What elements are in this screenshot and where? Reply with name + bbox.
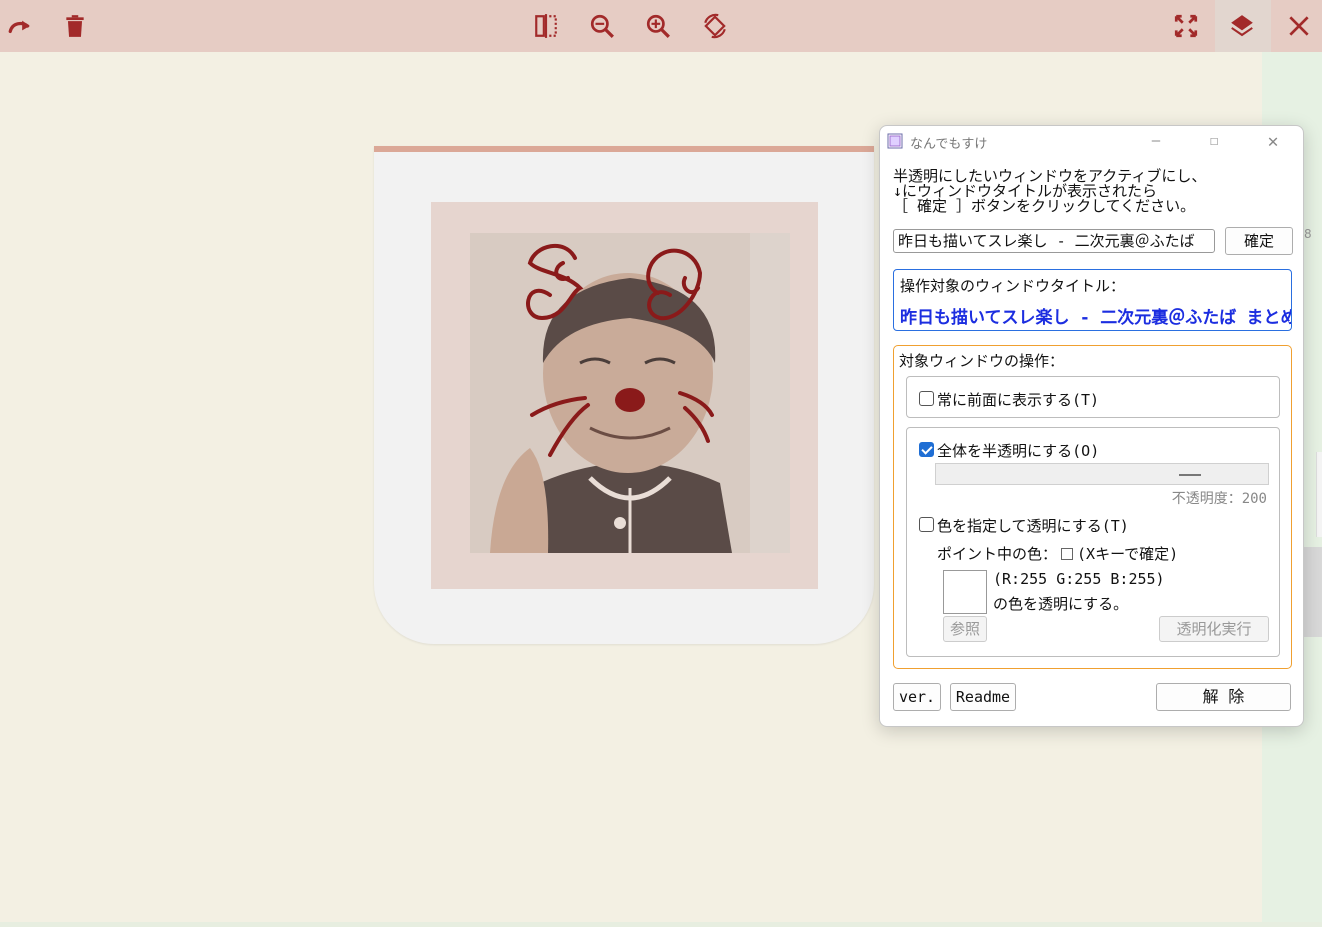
photo-frame xyxy=(431,202,818,589)
translucent-checkbox[interactable] xyxy=(919,442,934,457)
minimize-button[interactable]: — xyxy=(1134,126,1178,156)
browse-button[interactable]: 参照 xyxy=(943,616,987,642)
zoom-in-icon[interactable] xyxy=(638,6,678,46)
operations-label: 対象ウィンドウの操作： xyxy=(899,352,1065,370)
instructions-text: 半透明にしたいウィンドウをアクティブにし、 ↓にウィンドウタイトルが表示されたら… xyxy=(893,167,1207,215)
version-button[interactable]: ver. xyxy=(893,683,941,711)
target-window-label: 操作対象のウィンドウタイトル： xyxy=(900,277,1126,295)
selected-color-swatch xyxy=(943,570,987,614)
opacity-value-label: 不透明度：200 xyxy=(1171,491,1267,507)
translucent-label[interactable]: 全体を半透明にする(O) xyxy=(937,440,1099,461)
transparency-group: 全体を半透明にする(O) 不透明度：200 色を指定して透明にする(T) ポイン… xyxy=(906,427,1280,657)
zoom-out-icon[interactable] xyxy=(582,6,622,46)
viewer-toolbar xyxy=(0,0,1322,52)
point-color-hint: (Xキーで確定) xyxy=(1077,545,1179,563)
nanmosuke-dialog: なんでもすけ — ☐ ✕ 半透明にしたいウィンドウをアクティブにし、 ↓にウィン… xyxy=(879,125,1304,727)
color-key-label[interactable]: 色を指定して透明にする(T) xyxy=(937,515,1129,536)
fullscreen-icon[interactable] xyxy=(1166,6,1206,46)
redo-icon[interactable] xyxy=(0,6,40,46)
topmost-group: 常に前面に表示する(T) xyxy=(906,376,1280,418)
make-transparent-text: の色を透明にする。 xyxy=(993,595,1129,613)
opacity-slider[interactable] xyxy=(935,463,1269,485)
topmost-label[interactable]: 常に前面に表示する(T) xyxy=(937,389,1099,410)
point-color-row: ポイント中の色： (Xキーで確定) xyxy=(937,543,1178,564)
dialog-titlebar[interactable]: なんでもすけ — ☐ ✕ xyxy=(880,126,1303,156)
readme-button[interactable]: Readme xyxy=(950,683,1016,711)
card-accent-bar xyxy=(374,146,874,152)
dialog-close-button[interactable]: ✕ xyxy=(1251,126,1295,156)
window-title-input[interactable]: 昨日も描いてスレ楽し - 二次元裏＠ふたば xyxy=(893,229,1215,253)
trash-icon[interactable] xyxy=(55,6,95,46)
window-operations-group: 対象ウィンドウの操作： 常に前面に表示する(T) 全体を半透明にする(O) 不透… xyxy=(893,345,1292,669)
rotate-icon[interactable] xyxy=(695,6,735,46)
target-window-title: 昨日も描いてスレ楽し - 二次元裏＠ふたば まとめ xyxy=(900,308,1292,328)
close-icon[interactable] xyxy=(1279,6,1319,46)
app-icon xyxy=(887,133,903,149)
rgb-text: (R:255 G:255 B:255) xyxy=(993,570,1165,588)
release-button[interactable]: 解 除 xyxy=(1156,683,1291,711)
image-card xyxy=(374,146,874,644)
topmost-checkbox[interactable] xyxy=(919,391,934,406)
edited-photo[interactable] xyxy=(470,233,790,553)
target-window-box: 操作対象のウィンドウタイトル： 昨日も描いてスレ楽し - 二次元裏＠ふたば まと… xyxy=(893,269,1292,331)
confirm-button[interactable]: 確定 xyxy=(1225,227,1293,255)
point-color-swatch xyxy=(1061,548,1074,560)
color-key-checkbox[interactable] xyxy=(919,517,934,532)
dialog-title: なんでもすけ xyxy=(910,137,988,152)
layers-icon[interactable] xyxy=(1222,6,1262,46)
execute-transparency-button[interactable]: 透明化実行 xyxy=(1159,616,1269,642)
point-color-label: ポイント中の色： xyxy=(937,545,1058,563)
opacity-slider-thumb[interactable] xyxy=(1179,474,1201,476)
flip-horizontal-icon[interactable] xyxy=(526,6,566,46)
maximize-button[interactable]: ☐ xyxy=(1192,126,1236,156)
